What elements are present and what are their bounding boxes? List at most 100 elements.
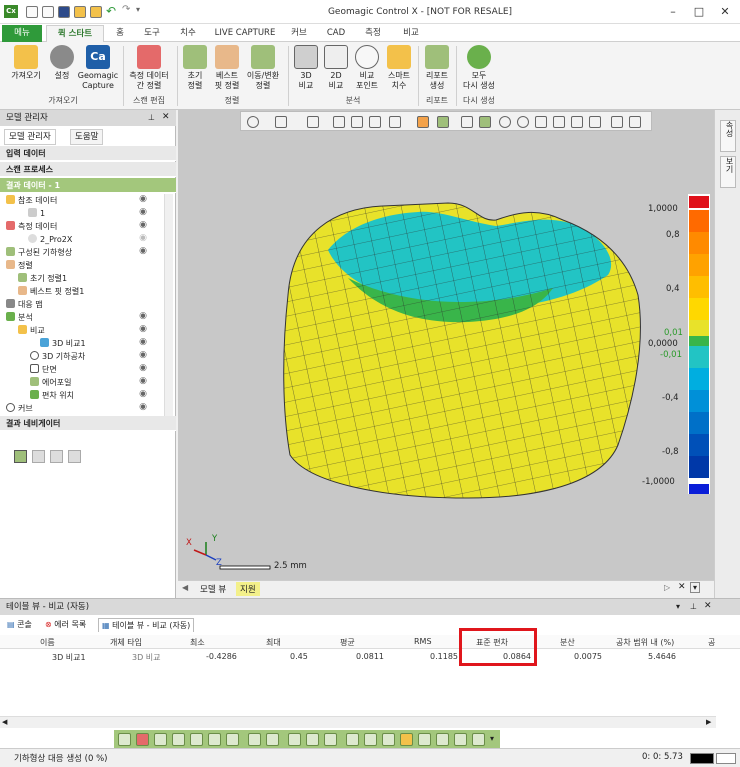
tab-tools[interactable]: 도구 [136,25,168,42]
table-horizontal-scrollbar[interactable]: ◀ ▶ [0,716,716,728]
eye-icon[interactable]: ◉ [139,207,147,217]
3d-compare-button[interactable]: 3D 비교 [292,45,320,91]
col-name[interactable]: 이름 [40,637,55,648]
extend-select-icon[interactable] [589,116,601,128]
tab-quick-start[interactable]: 퀵 스타트 [46,25,104,42]
split-view-icon[interactable] [369,116,381,128]
tab-curve[interactable]: 커브 [284,25,314,42]
tree-item-2-pro2x[interactable]: 2_Pro2X [28,233,72,246]
toolbar-tool-icon[interactable] [324,733,337,746]
smart-dimension-button[interactable]: 스마트 치수 [384,45,414,91]
tab-properties[interactable]: 속성 [720,120,736,152]
pin-icon[interactable]: ⊥ [148,113,155,122]
toolbar-tool-icon[interactable] [306,733,319,746]
toolbar-tool-icon[interactable] [364,733,377,746]
tab-model-view[interactable]: 모델 뷰 [196,582,230,596]
new-file-icon[interactable] [26,6,38,18]
folder-icon[interactable] [74,6,86,18]
tree-item-reference-1[interactable]: 1 [28,207,45,220]
home-view-icon[interactable] [389,116,401,128]
tree-item-compare[interactable]: 비교 [18,324,45,337]
import-button[interactable]: 가져오기 [6,45,46,81]
maximize-icon[interactable]: □ [686,4,712,20]
tree-item-measured-data[interactable]: 측정 데이터 [6,220,57,233]
tab-list-icon[interactable]: ▾ [690,582,701,593]
toolbar-tool-icon[interactable] [172,733,185,746]
close-icon[interactable]: ✕ [712,4,738,20]
tab-support[interactable]: 지원 [236,582,260,596]
section-result-navigator[interactable]: 결과 네비게이터 [0,416,176,431]
tab-scroll-right-icon[interactable]: ▷ [664,583,670,592]
circle-select-icon[interactable] [499,116,511,128]
navigator-tool-icon[interactable] [68,450,81,463]
toolbar-tool-icon[interactable] [346,733,359,746]
tab-help[interactable]: 도움말 [70,129,104,145]
scroll-right-icon[interactable]: ▶ [706,718,711,726]
tree-item-best-fit-align[interactable]: 베스트 핏 정렬1 [18,285,84,298]
toolbar-tool-icon[interactable] [154,733,167,746]
eye-icon[interactable]: ◉ [139,220,147,230]
eye-icon[interactable]: ◉ [139,233,147,243]
scroll-left-icon[interactable]: ◀ [2,718,7,726]
col-rms[interactable]: RMS [414,637,432,646]
line-select-icon[interactable] [461,116,473,128]
open-folder-icon[interactable] [90,6,102,18]
best-fit-align-button[interactable]: 베스트 핏 정렬 [210,45,244,91]
toolbar-tool-icon[interactable] [288,733,301,746]
tab-measure[interactable]: 측정 [356,25,390,42]
tree-item-deviation-location[interactable]: 편차 위치 [30,389,74,402]
geomagic-capture-button[interactable]: Ca Geomagic Capture [76,45,120,91]
toolbar-tool-icon[interactable] [208,733,221,746]
open-file-icon[interactable] [42,6,54,18]
eye-icon[interactable]: ◉ [139,350,147,360]
toolbar-tool-icon[interactable] [454,733,467,746]
eye-icon[interactable]: ◉ [139,337,147,347]
tree-scrollbar[interactable] [164,194,173,416]
lasso-select-icon[interactable] [535,116,547,128]
panel-close-icon[interactable]: ✕ [704,601,712,611]
section-view-icon[interactable] [333,116,345,128]
2d-compare-button[interactable]: 2D 비교 [322,45,350,91]
eye-icon[interactable]: ◉ [139,402,147,412]
eye-icon[interactable]: ◉ [139,389,147,399]
section-result-data[interactable]: 결과 데이터 - 1 [0,178,176,193]
toolbar-tool-icon[interactable] [136,733,149,746]
eye-icon[interactable]: ◉ [139,311,147,321]
tab-close-icon[interactable]: ✕ [678,582,686,592]
tree-item-alignment[interactable]: 정렬 [6,259,33,272]
tab-table-view[interactable]: ▦ 테이블 뷰 - 비교 (자동) [98,618,195,632]
brush-select-icon[interactable] [553,116,565,128]
shading-icon[interactable] [611,116,623,128]
col-max[interactable]: 최대 [266,637,281,648]
regenerate-all-button[interactable]: 모두 다시 생성 [458,45,500,91]
toolbar-tool-icon[interactable] [400,733,413,746]
navigator-tool-icon[interactable] [50,450,63,463]
create-report-button[interactable]: 리포트 생성 [420,45,454,91]
section-scan-process[interactable]: 스캔 프로세스 [0,162,176,177]
pin-icon[interactable]: ⊥ [690,602,697,611]
3d-viewport[interactable]: X Y Z 2.5 mm 1,0000 0,8 0,4 0,01 0,0000 … [178,110,714,580]
eye-icon[interactable]: ◉ [139,363,147,373]
toolbar-tool-icon[interactable] [436,733,449,746]
toolbar-tool-icon[interactable] [472,733,485,746]
compare-point-button[interactable]: 비교 포인트 [352,45,382,91]
settings-button[interactable]: 설정 [46,45,78,81]
visibility-icon[interactable] [629,116,641,128]
col-within-tolerance[interactable]: 공차 범위 내 (%) [616,637,674,648]
tab-scroll-left-icon[interactable]: ◀ [182,583,188,592]
view-cube-icon[interactable] [275,116,287,128]
tab-dimension[interactable]: 치수 [172,25,204,42]
toolbar-tool-icon[interactable] [382,733,395,746]
toolbar-tool-icon[interactable] [118,733,131,746]
clip-view-icon[interactable] [351,116,363,128]
save-icon[interactable] [58,6,70,18]
select-mode-icon[interactable] [247,116,259,128]
tree-item-analysis[interactable]: 분석 [6,311,33,324]
tree-item-airfoil[interactable]: 에어포일 [30,376,71,389]
viewport-canvas[interactable] [178,110,714,580]
grid-display-icon[interactable] [437,116,449,128]
col-min[interactable]: 최소 [190,637,205,648]
tree-item-reference-data[interactable]: 참조 데이터 [6,194,57,207]
paint-select-icon[interactable] [571,116,583,128]
col-type[interactable]: 개체 타입 [110,637,142,648]
